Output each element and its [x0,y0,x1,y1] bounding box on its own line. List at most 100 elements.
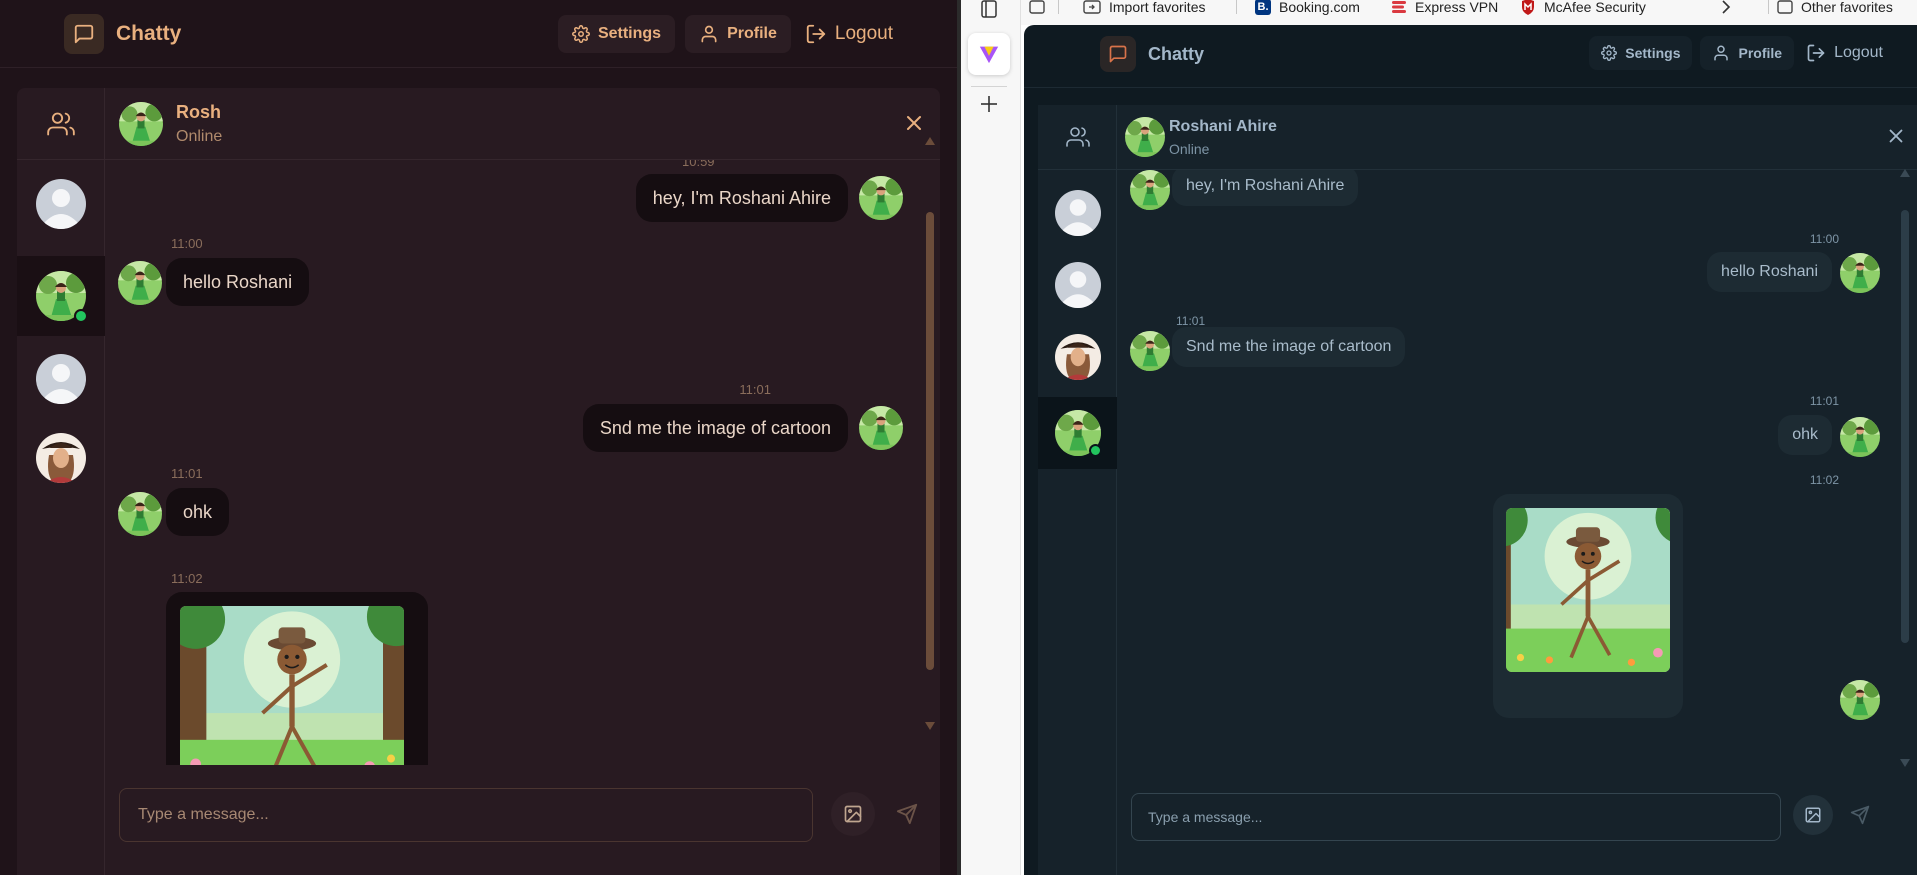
collections-icon[interactable] [1029,0,1045,14]
close-icon[interactable] [1885,125,1907,147]
avatar [859,406,903,450]
contact-item-active[interactable] [17,256,105,336]
image-icon [1805,807,1821,823]
favorite-mcafee[interactable]: McAfee Security [1520,0,1646,15]
contact-item[interactable] [17,164,105,244]
contact-name: Rosh [176,102,221,122]
chevron-right-icon[interactable] [1721,0,1731,14]
scroll-down-arrow[interactable] [1899,758,1911,768]
avatar [36,354,86,404]
avatar [1130,331,1170,371]
user-icon [701,25,717,43]
profile-button[interactable]: Profile [1700,36,1795,70]
contact-item[interactable] [1038,249,1117,321]
profile-button[interactable]: Profile [685,15,791,53]
message-time: 10:59 [682,160,715,169]
contact-name: Roshani Ahire [1169,118,1277,135]
contact-item[interactable] [17,418,105,498]
message-composer [105,765,940,875]
chat-card: Rosh Online 10:59 hey, I'm Roshani Ahire… [17,88,940,875]
attach-image-button[interactable] [1793,795,1833,835]
favorite-import[interactable]: Import favorites [1083,0,1205,15]
favorite-other[interactable]: Other favorites [1777,0,1893,15]
send-button[interactable] [1840,795,1880,835]
contact-item[interactable] [1038,321,1117,393]
message-bubble: hello Roshani [1707,252,1832,292]
image-message[interactable] [166,592,428,765]
contact-item[interactable] [17,339,105,419]
active-tab[interactable] [968,33,1010,75]
profile-label: Profile [1738,45,1783,61]
divider [1058,0,1059,14]
message-input[interactable] [1131,793,1781,841]
image-icon [844,805,862,823]
logout-button[interactable]: Logout [1802,36,1887,70]
brand[interactable]: Chatty [64,14,181,54]
message-bubble: hey, I'm Roshani Ahire [635,174,848,222]
favorite-booking[interactable]: B. Booking.com [1255,0,1360,15]
navbar: Chatty Settings Profile Logout [1024,25,1917,88]
logout-icon [1807,44,1825,62]
online-indicator [1088,444,1102,457]
message-bubble: ohk [166,488,230,536]
vite-icon [979,46,999,64]
contact-item[interactable] [1038,177,1117,249]
avatar [36,179,86,229]
message-time: 11:02 [1809,473,1839,487]
image-message[interactable] [1493,494,1683,718]
message-bubble: Snd me the image of cartoon [582,404,848,452]
settings-button[interactable]: Settings [557,15,676,53]
scroll-up-arrow[interactable] [1899,168,1911,178]
settings-label: Settings [1625,45,1681,61]
scrollbar-thumb[interactable] [926,212,934,670]
favorite-expressvpn[interactable]: Express VPN [1391,0,1498,15]
send-icon [1850,805,1870,825]
message-input[interactable] [119,788,813,842]
message-square-icon [1100,36,1136,72]
logout-button[interactable]: Logout [801,15,897,53]
nav-buttons: Settings Profile Logout [1589,36,1887,70]
favorite-label: McAfee Security [1544,0,1646,15]
avatar [36,433,86,483]
send-icon [896,803,918,825]
message-bubble: hello Roshani [166,258,310,306]
message-time: 11:01 [1176,314,1206,328]
brand[interactable]: Chatty [1100,36,1204,72]
brand-name: Chatty [116,22,182,45]
message-time: 11:01 [739,382,771,397]
brand-name: Chatty [1148,43,1205,64]
logout-label: Logout [834,23,893,44]
attach-image-button[interactable] [831,792,875,836]
message-time: 11:01 [1809,394,1839,408]
message-time: 11:00 [1809,232,1839,246]
favorites-bar: Import favorites B. Booking.com Express … [1021,0,1917,25]
close-icon[interactable] [902,111,926,135]
divider [1236,0,1237,14]
settings-button[interactable]: Settings [1589,36,1693,70]
avatar [119,102,163,146]
gear-icon [572,25,590,43]
expressvpn-icon [1392,1,1406,13]
message-composer [1117,775,1917,875]
avatar [859,176,903,220]
users-icon [47,112,75,135]
avatar [118,261,162,305]
avatar [118,492,162,536]
plus-icon[interactable] [977,92,1001,116]
scrollbar-thumb[interactable] [1901,210,1909,643]
page-frame: Chatty Settings Profile Logout Roshani A… [1024,25,1917,875]
message-square-icon [64,14,104,54]
send-button[interactable] [885,792,929,836]
contacts-sidebar [1038,105,1117,875]
nav-buttons: Settings Profile Logout [557,15,897,53]
tab-panel-icon[interactable] [979,0,999,20]
avatar [1055,262,1101,308]
folder-icon [1777,0,1793,14]
message-time: 11:01 [171,466,203,481]
vertical-tab-bar [961,0,1021,875]
user-icon [1714,45,1729,61]
avatar [1840,253,1880,293]
message-bubble: hey, I'm Roshani Ahire [1172,170,1359,206]
gear-icon [1601,45,1618,61]
contact-item-active[interactable] [1038,397,1117,469]
